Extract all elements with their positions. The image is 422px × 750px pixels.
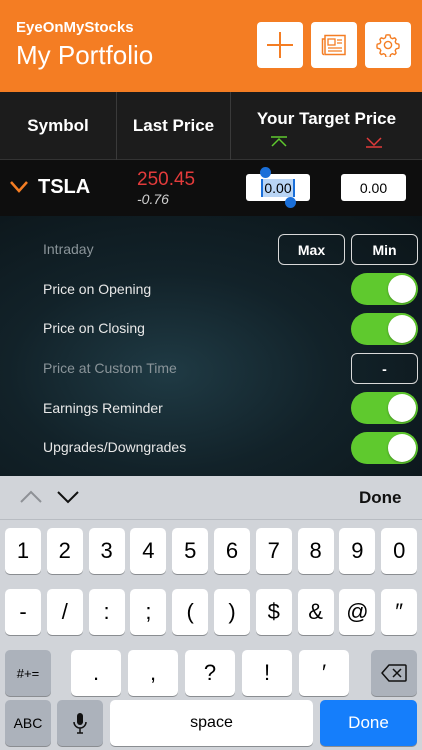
column-target-price[interactable]: Your Target Price xyxy=(231,92,422,160)
alert-options-panel: Intraday Max Min Price on Opening Price … xyxy=(0,216,422,476)
digit-key-4[interactable]: 5 xyxy=(172,528,209,574)
digit-key-5[interactable]: 6 xyxy=(214,528,250,574)
microphone-icon xyxy=(73,713,87,734)
upgrades-toggle[interactable] xyxy=(351,432,418,464)
digit-key-0[interactable]: 1 xyxy=(5,528,41,574)
symbols-key[interactable]: #+= xyxy=(5,650,51,696)
digit-key-9[interactable]: 0 xyxy=(381,528,418,574)
keyboard: 1234567890 - /:;() $ & @ ″ .,?! ′ #+= ABC spac… xyxy=(0,520,422,750)
keyboard-accessory-bar: Done xyxy=(0,476,422,520)
chevron-up-icon[interactable] xyxy=(20,490,42,504)
symbol-key-3[interactable]: ; xyxy=(130,589,167,635)
punct-key-4[interactable]: ′ xyxy=(299,650,349,696)
digit-key-1[interactable]: 2 xyxy=(46,528,83,574)
high-target-value: 0.00 xyxy=(359,179,388,196)
high-target-input[interactable]: 0.00 xyxy=(341,174,406,201)
page-title: My Portfolio xyxy=(16,40,154,70)
gear-icon xyxy=(376,34,400,57)
opening-toggle[interactable] xyxy=(351,273,418,305)
symbol-key-1[interactable]: / xyxy=(46,589,83,635)
chevron-down-icon[interactable] xyxy=(57,490,79,504)
symbol-key-6[interactable]: $ xyxy=(255,589,292,635)
news-button[interactable] xyxy=(311,22,357,68)
earnings-label: Earnings Reminder xyxy=(43,400,163,416)
symbol-key-4[interactable]: ( xyxy=(172,589,209,635)
app-header: EyeOnMyStocks My Portfolio xyxy=(0,0,422,92)
punct-key-1[interactable]: , xyxy=(128,650,178,696)
column-symbol[interactable]: Symbol xyxy=(0,92,116,160)
done-button[interactable]: Done xyxy=(359,488,402,508)
opening-label: Price on Opening xyxy=(43,281,152,297)
digit-key-7[interactable]: 8 xyxy=(297,528,334,574)
upgrades-label: Upgrades/Downgrades xyxy=(43,439,187,455)
symbol-key-5[interactable]: ) xyxy=(214,589,250,635)
settings-button[interactable] xyxy=(365,22,411,68)
selection-handle-start[interactable] xyxy=(260,167,271,178)
price-change: -0.76 xyxy=(137,191,169,207)
selection-handle-end[interactable] xyxy=(285,197,296,208)
column-last-price[interactable]: Last Price xyxy=(117,92,230,160)
return-key[interactable]: Done xyxy=(320,700,417,746)
stock-symbol: TSLA xyxy=(38,176,91,198)
dictation-key[interactable] xyxy=(57,700,103,746)
punct-key-2[interactable]: ? xyxy=(185,650,235,696)
symbol-key-8[interactable]: @ xyxy=(339,589,376,635)
sort-down-icon[interactable] xyxy=(365,136,383,148)
digit-key-2[interactable]: 3 xyxy=(88,528,125,574)
last-price: 250.45 xyxy=(137,169,196,190)
stock-row[interactable]: TSLA 250.45 -0.76 0.00 0.00 xyxy=(0,160,422,216)
add-icon xyxy=(267,32,293,58)
low-target-value: 0.00 xyxy=(261,178,295,197)
symbol-key-9[interactable]: ″ xyxy=(381,589,418,635)
digit-key-8[interactable]: 9 xyxy=(339,528,376,574)
low-target-input[interactable]: 0.00 xyxy=(246,174,310,201)
app-name: EyeOnMyStocks xyxy=(16,19,134,36)
closing-label: Price on Closing xyxy=(43,320,145,336)
max-button[interactable]: Max xyxy=(278,234,345,265)
news-icon xyxy=(321,34,346,56)
column-header: Symbol Last Price Your Target Price xyxy=(0,92,422,160)
min-button[interactable]: Min xyxy=(351,234,418,265)
digit-key-3[interactable]: 4 xyxy=(130,528,167,574)
chevron-down-icon[interactable] xyxy=(10,181,28,193)
sort-up-icon[interactable] xyxy=(270,136,288,148)
earnings-toggle[interactable] xyxy=(351,392,418,424)
punct-key-3[interactable]: ! xyxy=(242,650,292,696)
closing-toggle[interactable] xyxy=(351,313,418,345)
custom-time-label: Price at Custom Time xyxy=(43,360,177,376)
abc-key[interactable]: ABC xyxy=(5,700,51,746)
intraday-label: Intraday xyxy=(43,241,94,257)
delete-key[interactable] xyxy=(371,650,417,696)
add-button[interactable] xyxy=(257,22,303,68)
custom-time-button[interactable]: - xyxy=(351,353,418,384)
symbol-key-2[interactable]: : xyxy=(88,589,125,635)
symbol-key-0[interactable]: - xyxy=(5,589,41,635)
backspace-icon xyxy=(381,664,407,682)
digit-key-6[interactable]: 7 xyxy=(255,528,292,574)
symbol-key-7[interactable]: & xyxy=(297,589,334,635)
punct-key-0[interactable]: . xyxy=(71,650,121,696)
space-key[interactable]: space xyxy=(110,700,313,746)
